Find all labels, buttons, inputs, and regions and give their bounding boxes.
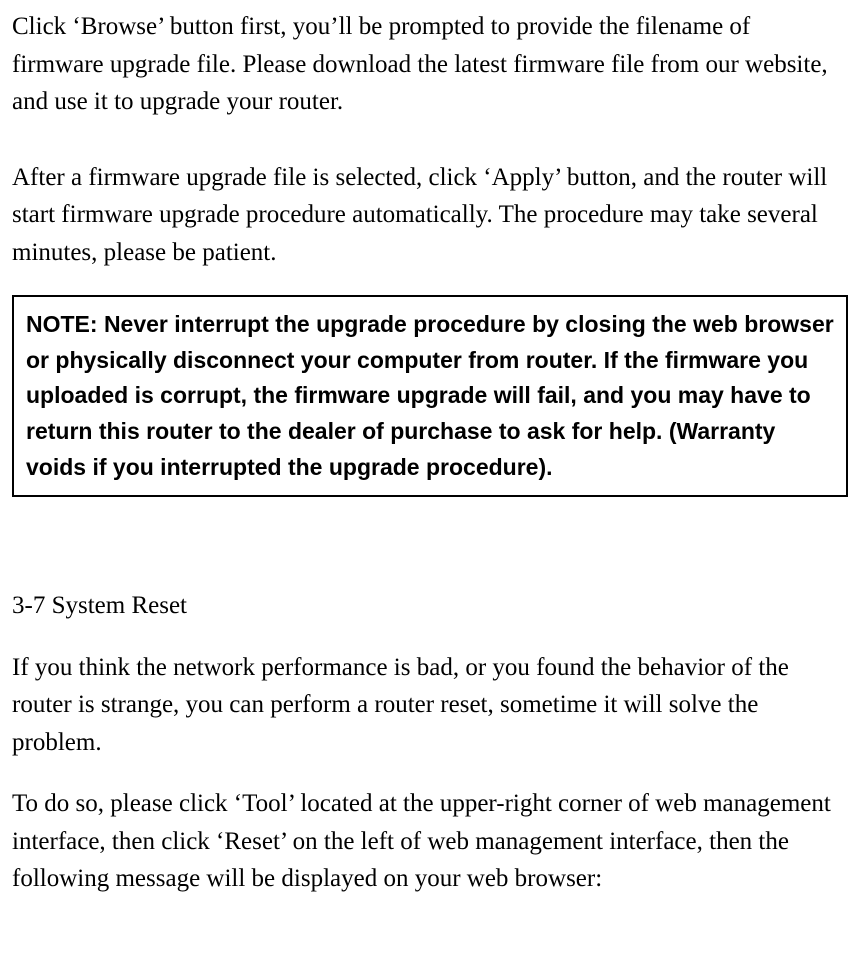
paragraph-reset-intro: If you think the network performance is …: [12, 649, 848, 762]
paragraph-apply-instruction: After a firmware upgrade file is selecte…: [12, 159, 848, 272]
note-warning-box: NOTE: Never interrupt the upgrade proced…: [12, 295, 848, 497]
paragraph-reset-steps: To do so, please click ‘Tool’ located at…: [12, 785, 848, 898]
section-heading-system-reset: 3-7 System Reset: [12, 587, 848, 625]
paragraph-browse-instruction: Click ‘Browse’ button first, you’ll be p…: [12, 8, 848, 121]
